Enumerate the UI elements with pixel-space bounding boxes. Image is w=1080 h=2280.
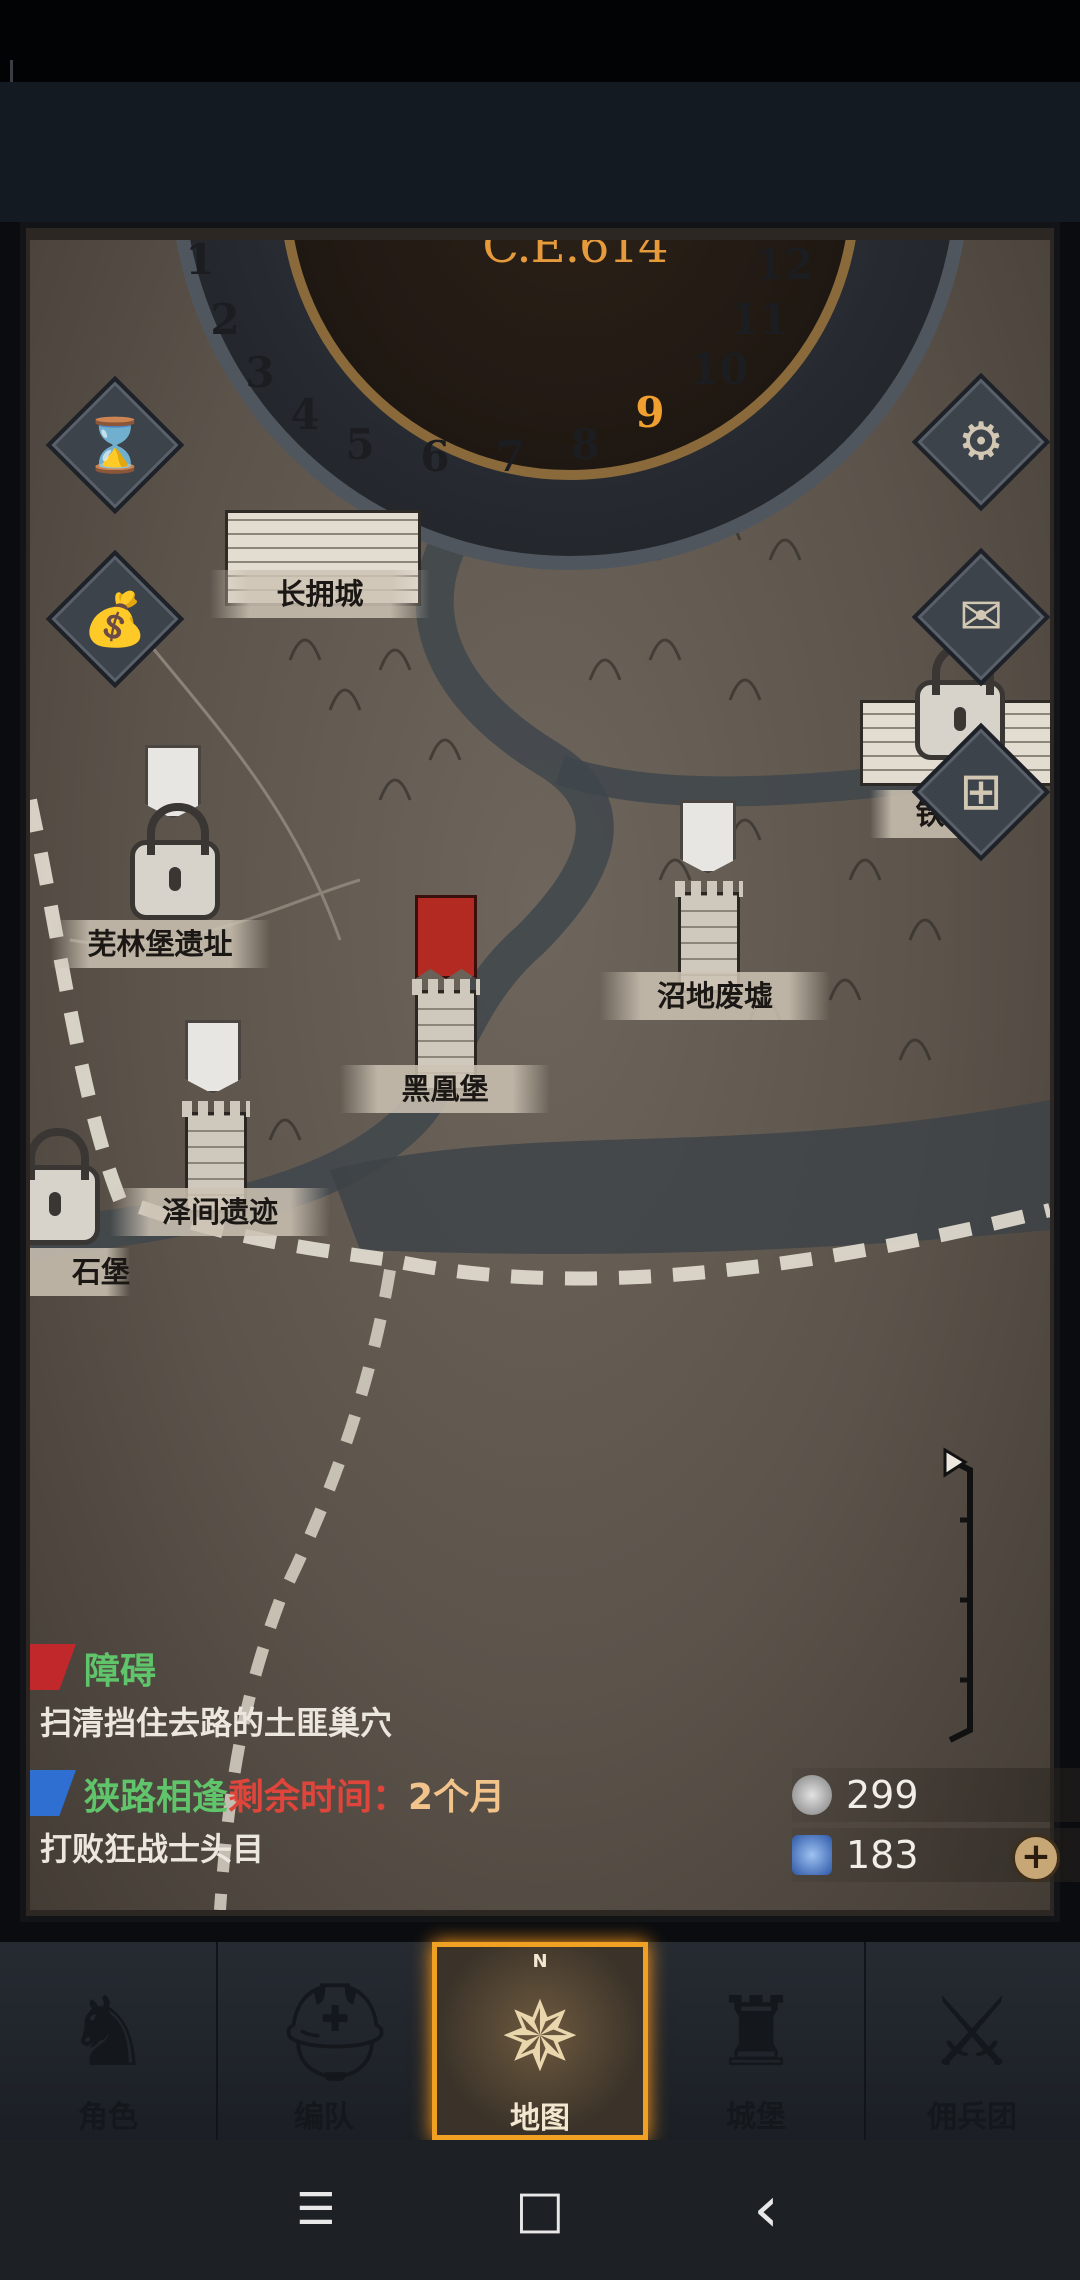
nav-castle-label: 城堡	[726, 2100, 786, 2135]
knight-icon: ♞	[64, 1976, 152, 2088]
quest-2-time-label: 剩余时间	[228, 1777, 373, 1818]
label-left-partial: 石堡	[30, 1248, 130, 1296]
quest-1-desc: 扫清挡住去路的土匪巢穴	[40, 1704, 393, 1742]
month-4: 4	[290, 390, 320, 439]
helmet-icon: ⛑	[274, 1976, 396, 2088]
nav-formation[interactable]: ⛑ 编队	[216, 1942, 434, 2140]
lock-icon	[30, 1128, 100, 1245]
hourglass-icon: ⌛	[82, 415, 148, 476]
crystal-count: 183	[846, 1833, 919, 1877]
home-icon[interactable]: □	[510, 2180, 570, 2240]
current-year: C.E.614	[482, 240, 668, 274]
quest-2-name: 狭路相逢	[84, 1777, 229, 1818]
bottom-nav: ♞ 角色 ⛑ 编队 N ✵ 地图 ♜ 城堡 ⚔ 佣兵团	[0, 1942, 1080, 2140]
nav-formation-label: 编队	[294, 2100, 354, 2135]
month-9-current: 9	[635, 388, 665, 437]
castle-icon: ♜	[712, 1976, 800, 2088]
back-icon[interactable]: ‹	[736, 2178, 796, 2242]
quest-2-desc: 打败狂战士头目	[40, 1830, 265, 1868]
lock-icon	[130, 803, 220, 920]
quest-2-time-value: 2个月	[408, 1777, 506, 1818]
month-1: 1	[185, 240, 215, 284]
silver-coin-icon	[792, 1775, 832, 1815]
silver-count: 299	[846, 1773, 919, 1817]
quest-2-time-sep: ：	[372, 1777, 409, 1818]
flag-heihuang	[415, 895, 477, 979]
menu-icon[interactable]: ☰	[286, 2180, 346, 2240]
grid-icon: ⊞	[959, 762, 1003, 822]
status-bar	[0, 0, 1080, 150]
flag-zhaodi	[680, 800, 736, 874]
compass-north: N	[532, 1951, 548, 1972]
world-map[interactable]: C.E.614 1 2 3 4 5 6 7 8 9 10 11 12 长拥城 芜…	[30, 240, 1050, 1910]
label-zhaodi: 沼地废墟	[600, 972, 830, 1020]
money-bag-icon: 💰	[82, 589, 148, 650]
compass-icon: ✵	[499, 1981, 581, 2093]
label-zejian: 泽间遗迹	[110, 1188, 330, 1236]
month-8: 8	[570, 420, 600, 469]
label-changyong: 长拥城	[210, 570, 430, 618]
envelope-icon: ✉	[959, 587, 1003, 647]
quest-2-title[interactable]: 狭路相逢剩余时间：2个月	[84, 1768, 505, 1820]
nav-map-label: 地图	[510, 2101, 570, 2136]
nav-character-label: 角色	[78, 2100, 138, 2135]
nav-map[interactable]: N ✵ 地图	[432, 1942, 648, 2140]
crystal-icon	[792, 1835, 832, 1875]
silver-resource: 299	[792, 1768, 1080, 1822]
month-11: 11	[730, 295, 789, 344]
month-2: 2	[210, 295, 240, 344]
month-10: 10	[690, 345, 749, 394]
nav-mercenary[interactable]: ⚔ 佣兵团	[864, 1942, 1080, 2140]
nav-character[interactable]: ♞ 角色	[0, 1942, 218, 2140]
label-wulin: 芜林堡遗址	[50, 920, 270, 968]
nav-castle[interactable]: ♜ 城堡	[648, 1942, 866, 2140]
mercenary-icon: ⚔	[928, 1976, 1016, 2088]
month-3: 3	[245, 348, 275, 397]
month-7: 7	[495, 432, 525, 481]
quest-1-title[interactable]: 障碍	[84, 1642, 156, 1694]
gear-icon: ⚙	[957, 412, 1005, 472]
flag-zejian	[185, 1020, 241, 1094]
month-6: 6	[420, 432, 450, 481]
month-12: 12	[755, 240, 814, 289]
month-5: 5	[345, 420, 375, 469]
label-heihuang: 黑凰堡	[340, 1065, 550, 1113]
header-band	[0, 82, 1080, 222]
add-crystal-button[interactable]: +	[1012, 1834, 1060, 1882]
nav-mercenary-label: 佣兵团	[927, 2100, 1017, 2135]
system-nav-bar: ☰ □ ‹	[0, 2140, 1080, 2280]
